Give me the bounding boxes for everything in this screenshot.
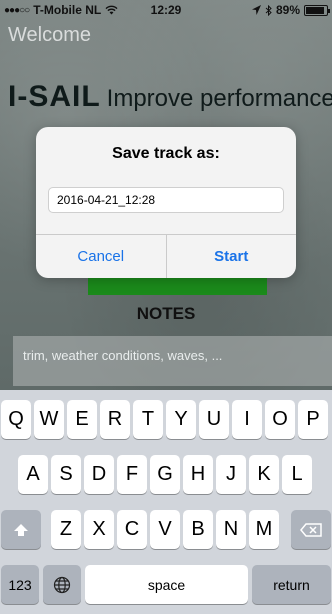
key-p[interactable]: P [298,400,328,439]
globe-key[interactable] [43,565,81,604]
key-a[interactable]: A [18,455,48,494]
key-v[interactable]: V [150,510,180,549]
dialog-title: Save track as: [112,145,220,162]
key-h[interactable]: H [183,455,213,494]
shift-icon [13,523,29,537]
key-e[interactable]: E [67,400,97,439]
numbers-key[interactable]: 123 [1,565,39,604]
notes-placeholder: trim, weather conditions, waves, ... [23,348,223,363]
key-l[interactable]: L [282,455,312,494]
key-k[interactable]: K [249,455,279,494]
track-name-input[interactable] [48,187,284,213]
dialog-button-row: Cancel Start [36,234,296,278]
backspace-key[interactable] [291,510,331,549]
backspace-icon [300,522,322,537]
key-o[interactable]: O [265,400,295,439]
carrier-name: T-Mobile NL [33,3,102,17]
space-key[interactable]: space [85,565,248,604]
key-m[interactable]: M [249,510,279,549]
key-t[interactable]: T [133,400,163,439]
start-button[interactable]: Start [165,235,297,278]
globe-icon [53,576,71,594]
start-tracking-button[interactable] [88,275,267,295]
key-r[interactable]: R [100,400,130,439]
battery-percent: 89% [275,3,300,17]
cancel-button[interactable]: Cancel [36,235,166,278]
save-track-dialog: Save track as: Cancel Start [36,127,296,278]
notes-heading: NOTES [136,304,196,323]
shift-key[interactable] [1,510,41,549]
battery-fill [306,6,324,14]
status-left: ●●●○○ T-Mobile NL [4,3,118,17]
battery-icon [304,4,330,16]
key-z[interactable]: Z [51,510,81,549]
key-b[interactable]: B [183,510,213,549]
logo-row: I-SAIL Improve performance [8,80,332,114]
app-tagline: Improve performance [106,85,332,112]
bluetooth-icon [265,4,272,16]
key-f[interactable]: F [117,455,147,494]
key-j[interactable]: J [216,455,246,494]
key-w[interactable]: W [34,400,64,439]
wifi-icon [105,5,118,15]
location-arrow-icon [251,5,261,15]
key-q[interactable]: Q [1,400,31,439]
status-right: 89% [251,3,330,17]
key-d[interactable]: D [84,455,114,494]
return-key[interactable]: return [252,565,331,604]
key-y[interactable]: Y [166,400,196,439]
key-u[interactable]: U [199,400,229,439]
key-s[interactable]: S [51,455,81,494]
app-logo: I-SAIL [8,80,101,113]
status-bar: ●●●○○ T-Mobile NL 12:29 89% [0,0,332,20]
key-c[interactable]: C [117,510,147,549]
welcome-text: Welcome [8,24,91,46]
key-n[interactable]: N [216,510,246,549]
signal-dots-icon: ●●●○○ [4,4,30,16]
key-i[interactable]: I [232,400,262,439]
keyboard: Q W E R T Y U I O P A S D F G H J K L Z … [0,390,332,614]
key-x[interactable]: X [84,510,114,549]
key-g[interactable]: G [150,455,180,494]
notes-field[interactable]: trim, weather conditions, waves, ... [13,336,332,386]
